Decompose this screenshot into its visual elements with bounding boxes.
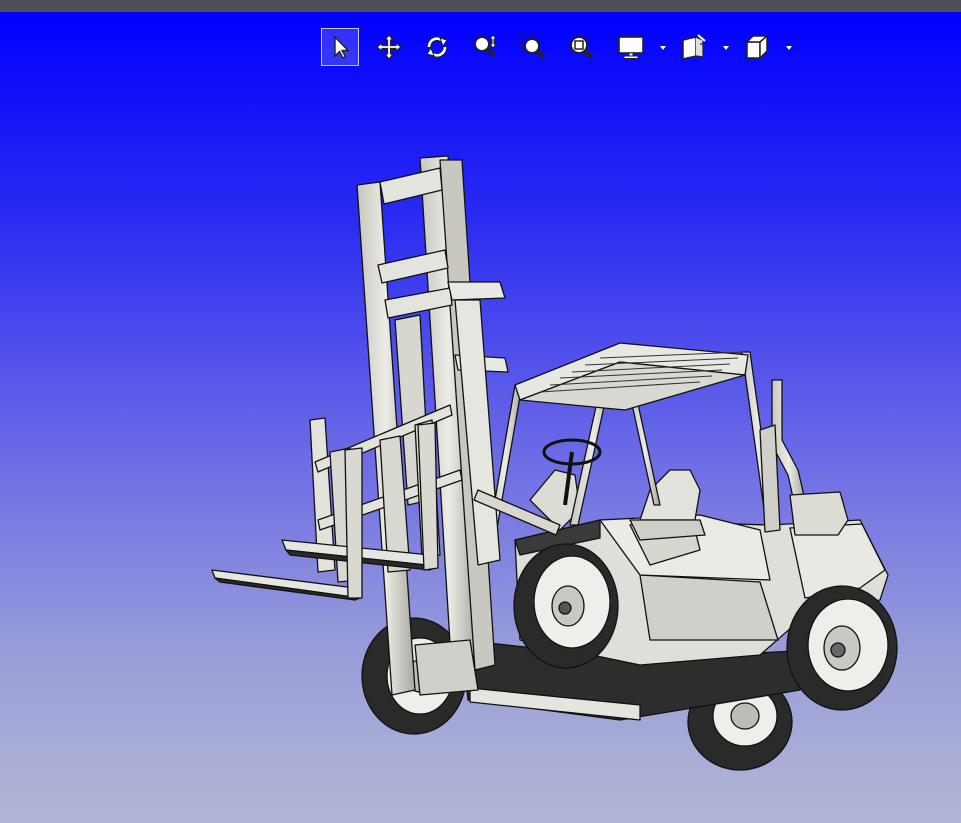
rear-right-wheel [786, 585, 898, 711]
title-strip [0, 0, 961, 12]
overhead-guard [487, 342, 776, 541]
front-right-wheel [513, 543, 619, 669]
3d-viewport[interactable] [0, 12, 961, 823]
exhaust-pipe [759, 379, 849, 536]
forklift-model[interactable] [0, 12, 961, 823]
front-axle [414, 639, 479, 696]
